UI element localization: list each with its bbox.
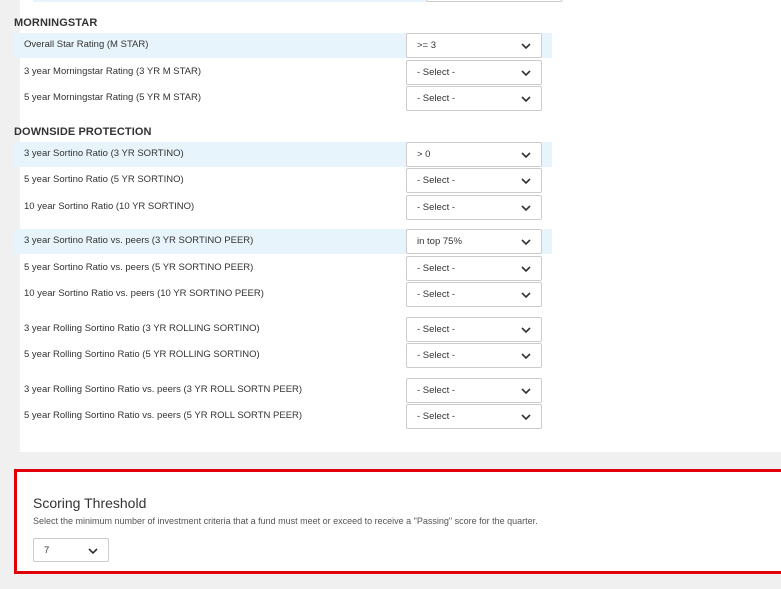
section-heading-morningstar: MORNINGSTAR [14,17,98,29]
5yr-roll-sortn-peer-select[interactable]: - Select - [406,404,542,429]
criteria-label: 3 year Morningstar Rating (3 YR M STAR) [24,66,202,77]
chevron-down-icon [88,548,98,555]
chevron-down-icon [521,327,531,334]
criteria-label: Overall Star Rating (M STAR) [24,39,149,50]
select-value: - Select - [417,411,456,422]
chevron-down-icon [521,414,531,421]
chevron-down-icon [521,292,531,299]
chevron-down-icon [521,43,531,50]
criteria-label: 3 year Rolling Sortino Ratio vs. peers (… [24,384,303,395]
select-value: - Select - [417,93,456,104]
3yr-sortino-peer-select[interactable]: in top 75% [406,229,542,254]
chevron-down-icon [521,96,531,103]
5yr-m-star-select[interactable]: - Select - [406,86,542,111]
row-highlight-extension [542,229,552,254]
5yr-rolling-sortino-select[interactable]: - Select - [406,343,542,368]
criteria-label: 3 year Sortino Ratio (3 YR SORTINO) [24,148,184,159]
previous-select-dropdown[interactable] [426,0,562,2]
scoring-threshold-description: Select the minimum number of investment … [33,516,538,526]
criteria-label: 10 year Sortino Ratio vs. peers (10 YR S… [24,288,264,299]
select-value: >= 3 [417,40,437,51]
select-value: - Select - [417,289,456,300]
select-value: in top 75% [417,236,462,247]
5yr-sortino-select[interactable]: - Select - [406,168,542,193]
criteria-label: 3 year Rolling Sortino Ratio (3 YR ROLLI… [24,323,260,334]
chevron-down-icon [521,388,531,395]
3yr-sortino-select[interactable]: > 0 [406,142,542,167]
select-value: - Select - [417,263,456,274]
10yr-sortino-peer-select[interactable]: - Select - [406,282,542,307]
select-value: - Select - [417,202,456,213]
select-value: - Select - [417,350,456,361]
scoring-threshold-title: Scoring Threshold [33,495,147,511]
m-star-select[interactable]: >= 3 [406,33,542,58]
row-highlight-extension [542,142,552,167]
select-value: 7 [44,545,50,556]
5yr-sortino-peer-select[interactable]: - Select - [406,256,542,281]
select-value: - Select - [417,175,456,186]
criteria-label: 5 year Sortino Ratio (5 YR SORTINO) [24,174,184,185]
select-value: > 0 [417,149,431,160]
3yr-roll-sortn-peer-select[interactable]: - Select - [406,378,542,403]
criteria-label: 5 year Sortino Ratio vs. peers (5 YR SOR… [24,262,254,273]
chevron-down-icon [521,205,531,212]
3yr-rolling-sortino-select[interactable]: - Select - [406,317,542,342]
chevron-down-icon [521,353,531,360]
chevron-down-icon [521,266,531,273]
scoring-threshold-select[interactable]: 7 [33,538,109,562]
criteria-label: 10 year Sortino Ratio (10 YR SORTINO) [24,201,195,212]
chevron-down-icon [521,239,531,246]
section-heading-downside-protection: DOWNSIDE PROTECTION [14,126,152,138]
chevron-down-icon [521,178,531,185]
3yr-m-star-select[interactable]: - Select - [406,60,542,85]
10yr-sortino-select[interactable]: - Select - [406,195,542,220]
chevron-down-icon [521,152,531,159]
criteria-label: 5 year Rolling Sortino Ratio (5 YR ROLLI… [24,349,260,360]
row-highlight-extension [542,33,552,58]
criteria-label: 3 year Sortino Ratio vs. peers (3 YR SOR… [24,235,254,246]
select-value: - Select - [417,67,456,78]
criteria-label: 5 year Morningstar Rating (5 YR M STAR) [24,92,202,103]
scoring-threshold-panel: Scoring Threshold Select the minimum num… [14,469,781,574]
chevron-down-icon [521,70,531,77]
select-value: - Select - [417,385,456,396]
select-value: - Select - [417,324,456,335]
criteria-label: 5 year Rolling Sortino Ratio vs. peers (… [24,410,303,421]
